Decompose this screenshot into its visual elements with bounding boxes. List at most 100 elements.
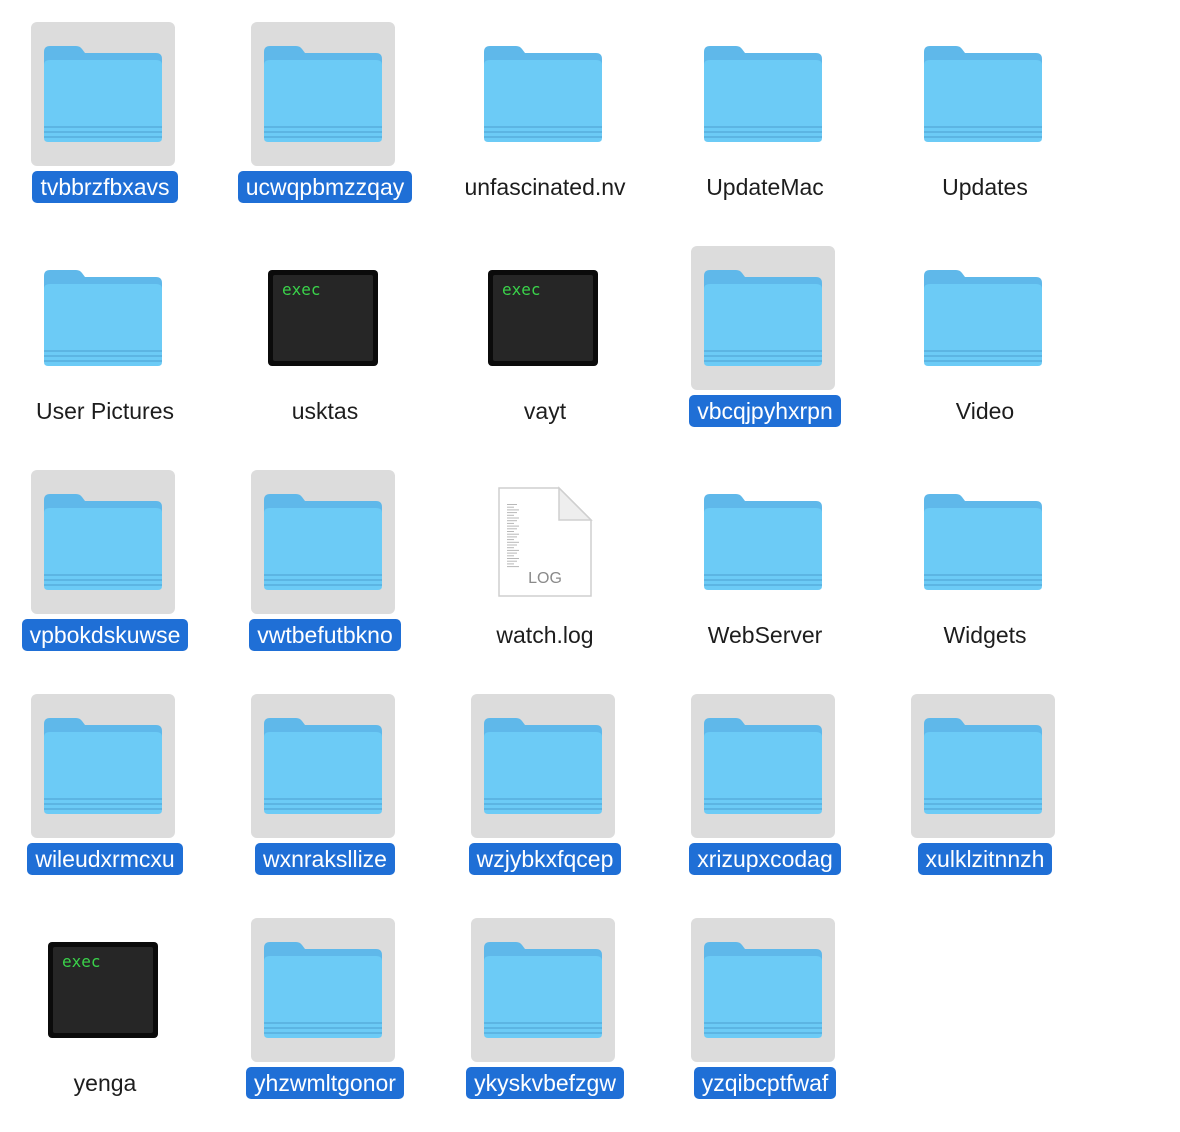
folder-icon-graphic: [264, 942, 382, 1038]
folder-icon[interactable]: [471, 22, 615, 166]
folder-icon[interactable]: [691, 470, 835, 614]
folder-item[interactable]: tvbbrzfbxavs: [0, 0, 215, 224]
folder-icon[interactable]: [911, 22, 1055, 166]
folder-item[interactable]: yzqibcptfwaf: [655, 896, 875, 1120]
terminal-exec-icon[interactable]: exec: [251, 246, 395, 390]
folder-icon[interactable]: [251, 918, 395, 1062]
item-name-label[interactable]: WebServer: [700, 619, 831, 651]
folder-icon[interactable]: [251, 22, 395, 166]
executable-item[interactable]: exec vayt: [435, 224, 655, 448]
item-name-label[interactable]: ucwqpbmzzqay: [237, 171, 413, 203]
svg-text:exec: exec: [62, 952, 101, 971]
folder-icon[interactable]: [911, 246, 1055, 390]
item-name-label[interactable]: UpdateMac: [698, 171, 832, 203]
folder-item[interactable]: vwtbefutbkno: [215, 448, 435, 672]
terminal-exec-icon[interactable]: exec: [31, 918, 175, 1062]
folder-item[interactable]: Updates: [875, 0, 1095, 224]
folder-icon-graphic: [484, 46, 602, 142]
folder-item[interactable]: User Pictures: [0, 224, 215, 448]
folder-item[interactable]: yhzwmltgonor: [215, 896, 435, 1120]
folder-icon[interactable]: [691, 22, 835, 166]
folder-item[interactable]: xrizupxcodag: [655, 672, 875, 896]
item-label-row: Updates: [875, 171, 1095, 205]
item-name-label[interactable]: vayt: [516, 395, 574, 427]
item-name-label[interactable]: xulklzitnnzh: [917, 843, 1053, 875]
item-label-row: WebServer: [655, 619, 875, 653]
folder-item[interactable]: WebServer: [655, 448, 875, 672]
item-name-label[interactable]: tvbbrzfbxavs: [32, 171, 178, 203]
folder-icon-graphic: [264, 718, 382, 814]
folder-icon[interactable]: [31, 246, 175, 390]
item-name-label[interactable]: usktas: [284, 395, 366, 427]
item-label-row: yenga: [0, 1067, 215, 1101]
folder-icon-graphic: [44, 270, 162, 366]
item-label-row: vbcqjpyhxrpn: [655, 395, 875, 429]
folder-icon-graphic: [924, 494, 1042, 590]
executable-item[interactable]: exec usktas: [215, 224, 435, 448]
folder-icon[interactable]: [31, 694, 175, 838]
item-name-label[interactable]: ykyskvbefzgw: [466, 1067, 624, 1099]
item-name-label[interactable]: xrizupxcodag: [689, 843, 841, 875]
folder-icon[interactable]: [911, 470, 1055, 614]
folder-item[interactable]: Video: [875, 224, 1095, 448]
folder-item[interactable]: ucwqpbmzzqay: [215, 0, 435, 224]
folder-item[interactable]: wileudxrmcxu: [0, 672, 215, 896]
item-name-label[interactable]: yhzwmltgonor: [246, 1067, 404, 1099]
item-label-row: tvbbrzfbxavs: [0, 171, 215, 205]
folder-icon[interactable]: [691, 918, 835, 1062]
item-name-label[interactable]: vwtbefutbkno: [249, 619, 401, 651]
item-name-label[interactable]: yzqibcptfwaf: [693, 1067, 837, 1099]
log-document-icon-graphic: LOG: [498, 486, 593, 597]
folder-item[interactable]: vpbokdskuwse: [0, 448, 215, 672]
folder-icon-graphic: [704, 718, 822, 814]
item-name-label[interactable]: vpbokdskuwse: [21, 619, 189, 651]
item-name-label[interactable]: wzjybkxfqcep: [468, 843, 622, 875]
item-name-label[interactable]: unfascinated.nv: [456, 171, 633, 203]
item-label-row: wxnraksllize: [215, 843, 435, 877]
item-name-label[interactable]: wileudxrmcxu: [27, 843, 183, 875]
folder-icon[interactable]: [691, 694, 835, 838]
folder-icon-graphic: [484, 942, 602, 1038]
folder-icon-graphic: [924, 46, 1042, 142]
folder-item[interactable]: ykyskvbefzgw: [435, 896, 655, 1120]
folder-item[interactable]: wxnraksllize: [215, 672, 435, 896]
item-label-row: usktas: [215, 395, 435, 429]
folder-item[interactable]: Widgets: [875, 448, 1095, 672]
folder-icon[interactable]: [471, 694, 615, 838]
folder-icon-graphic: [704, 46, 822, 142]
item-label-row: vwtbefutbkno: [215, 619, 435, 653]
folder-icon[interactable]: [691, 246, 835, 390]
folder-item[interactable]: xulklzitnnzh: [875, 672, 1095, 896]
folder-item[interactable]: wzjybkxfqcep: [435, 672, 655, 896]
folder-icon[interactable]: [251, 694, 395, 838]
folder-icon[interactable]: [251, 470, 395, 614]
folder-item[interactable]: unfascinated.nv: [435, 0, 655, 224]
item-name-label[interactable]: vbcqjpyhxrpn: [689, 395, 841, 427]
terminal-exec-icon[interactable]: exec: [471, 246, 615, 390]
item-label-row: vayt: [435, 395, 655, 429]
folder-icon[interactable]: [31, 470, 175, 614]
item-label-row: yhzwmltgonor: [215, 1067, 435, 1101]
log-document-icon[interactable]: LOG: [471, 470, 615, 614]
folder-icon-graphic: [924, 270, 1042, 366]
file-item[interactable]: LOG watch.log: [435, 448, 655, 672]
item-name-label[interactable]: User Pictures: [28, 395, 182, 427]
item-name-label[interactable]: Video: [948, 395, 1022, 427]
executable-item[interactable]: exec yenga: [0, 896, 215, 1120]
item-name-label[interactable]: Widgets: [935, 619, 1034, 651]
folder-icon[interactable]: [911, 694, 1055, 838]
item-label-row: watch.log: [435, 619, 655, 653]
item-name-label[interactable]: yenga: [66, 1067, 145, 1099]
folder-item[interactable]: vbcqjpyhxrpn: [655, 224, 875, 448]
folder-icon[interactable]: [471, 918, 615, 1062]
folder-icon-graphic: [264, 494, 382, 590]
item-label-row: ucwqpbmzzqay: [215, 171, 435, 205]
folder-icon[interactable]: [31, 22, 175, 166]
item-label-row: Video: [875, 395, 1095, 429]
svg-text:exec: exec: [502, 280, 541, 299]
folder-item[interactable]: UpdateMac: [655, 0, 875, 224]
item-label-row: Widgets: [875, 619, 1095, 653]
item-name-label[interactable]: watch.log: [488, 619, 601, 651]
item-name-label[interactable]: wxnraksllize: [255, 843, 395, 875]
item-name-label[interactable]: Updates: [934, 171, 1036, 203]
